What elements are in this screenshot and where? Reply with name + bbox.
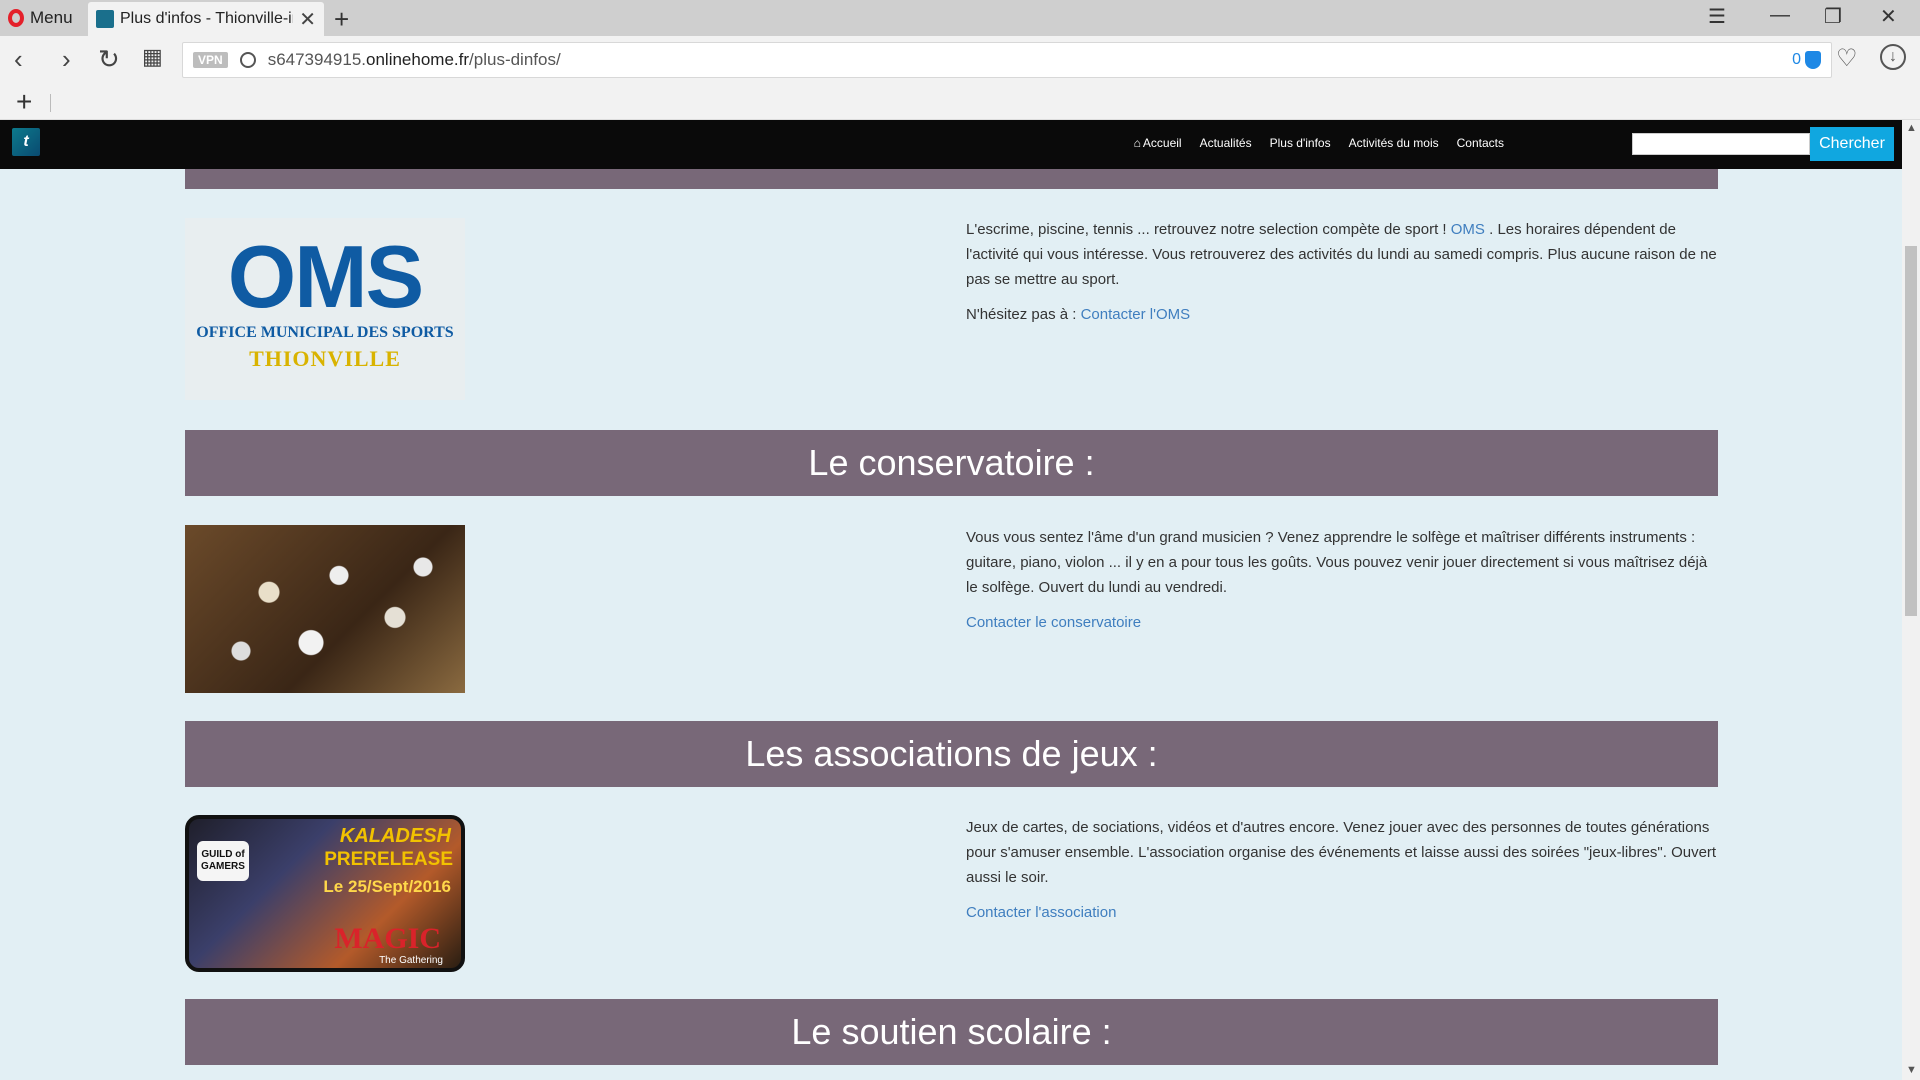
- image-text-magic: MAGIC: [334, 922, 441, 955]
- restore-button[interactable]: ❐: [1824, 4, 1842, 29]
- tab-menu-icon[interactable]: ☰: [1708, 4, 1726, 29]
- contact-conservatoire-link[interactable]: Contacter le conservatoire: [966, 614, 1141, 631]
- site-logo[interactable]: t: [12, 128, 40, 156]
- contact-oms-link[interactable]: Contacter l'OMS: [1081, 306, 1191, 323]
- tab-favicon-icon: [96, 10, 114, 28]
- nav-link-plus-dinfos[interactable]: Plus d'infos: [1270, 136, 1331, 150]
- oms-logo-line1: OFFICE MUNICIPAL DES SPORTS: [196, 324, 454, 341]
- oms-logo-mark: OMS: [227, 227, 424, 326]
- browser-tab-active[interactable]: Plus d'infos - Thionville-inf ✕: [88, 2, 324, 36]
- opera-logo-icon: [8, 9, 24, 27]
- nav-link-label: Accueil: [1142, 136, 1182, 150]
- oms-text-block: L'escrime, piscine, tennis ... retrouvez…: [966, 217, 1718, 337]
- jeux-text-block: Jeux de cartes, de sociations, vidéos et…: [966, 815, 1718, 935]
- image-text-gathering: The Gathering: [379, 955, 443, 966]
- globe-icon: [239, 52, 256, 68]
- site-navbar: t ⌂ Accueil Actualités Plus d'infos Activ…: [0, 120, 1902, 169]
- oms-link[interactable]: OMS: [1451, 221, 1485, 238]
- oms-contact-prefix: N'hésitez pas à :: [966, 306, 1077, 323]
- close-window-button[interactable]: ✕: [1880, 4, 1897, 29]
- browser-toolbar: ‹ › ↻ ▦ VPN s647394915. onlinehome.fr/plu…: [0, 36, 1920, 84]
- adblock-indicator[interactable]: 0: [1792, 51, 1821, 69]
- search-button[interactable]: Chercher: [1810, 127, 1894, 161]
- jeux-banner: Les associations de jeux :: [185, 721, 1718, 787]
- site-nav-links: ⌂ Accueil Actualités Plus d'infos Activit…: [1134, 136, 1504, 150]
- minimize-button[interactable]: —: [1770, 4, 1790, 27]
- bookmark-separator: [50, 94, 51, 112]
- image-text-kaladesh: KALADESH: [339, 825, 451, 847]
- menu-label: Menu: [30, 8, 73, 27]
- url-domain: onlinehome.fr: [366, 50, 470, 69]
- download-icon[interactable]: ↓: [1880, 44, 1906, 70]
- soutien-banner: Le soutien scolaire :: [185, 999, 1718, 1065]
- image-text-date: Le 25/Sept/2016: [323, 877, 451, 896]
- magic-prerelease-image: GUILD of GAMERS KALADESH PRERELEASE Le 2…: [185, 815, 465, 972]
- nav-link-accueil[interactable]: ⌂ Accueil: [1134, 136, 1182, 150]
- opera-menu-button[interactable]: Menu: [8, 6, 73, 30]
- nav-link-activites[interactable]: Activités du mois: [1349, 136, 1439, 150]
- oms-logo-line2: THIONVILLE: [249, 346, 401, 371]
- tab-title: Plus d'infos - Thionville-inf: [120, 10, 294, 27]
- oms-logo-image: OMS OFFICE MUNICIPAL DES SPORTS THIONVIL…: [185, 218, 465, 400]
- speed-dial-icon[interactable]: ▦: [142, 44, 163, 70]
- nav-link-contacts[interactable]: Contacts: [1457, 136, 1504, 150]
- conservatoire-banner: Le conservatoire :: [185, 430, 1718, 496]
- jeux-description: Jeux de cartes, de sociations, vidéos et…: [966, 819, 1717, 886]
- image-text-prerelease: PRERELEASE: [324, 849, 453, 870]
- nav-link-actualites[interactable]: Actualités: [1200, 136, 1252, 150]
- scroll-thumb[interactable]: [1905, 246, 1917, 616]
- home-icon: ⌂: [1133, 136, 1141, 150]
- guild-of-gamers-badge: GUILD of GAMERS: [197, 841, 249, 881]
- page-viewport: t ⌂ Accueil Actualités Plus d'infos Activ…: [0, 120, 1902, 1080]
- url-host: s647394915.: [267, 50, 367, 69]
- oms-contact-line: N'hésitez pas à : Contacter l'OMS: [966, 302, 1718, 327]
- search-input[interactable]: [1632, 133, 1810, 155]
- vpn-badge[interactable]: VPN: [193, 52, 228, 68]
- conservatoire-description: Vous vous sentez l'âme d'un grand musici…: [966, 529, 1708, 596]
- address-bar[interactable]: VPN s647394915. onlinehome.fr/plus-dinfos…: [182, 42, 1832, 78]
- browser-tab-bar: Menu Plus d'infos - Thionville-inf ✕ + ☰…: [0, 0, 1920, 36]
- heart-icon[interactable]: ♡: [1836, 44, 1858, 73]
- reload-button[interactable]: ↻: [98, 44, 120, 75]
- forward-button[interactable]: ›: [62, 44, 71, 75]
- scroll-down-icon[interactable]: ▼: [1906, 1064, 1917, 1076]
- conservatoire-text-block: Vous vous sentez l'âme d'un grand musici…: [966, 525, 1718, 645]
- scroll-up-icon[interactable]: ▲: [1906, 122, 1917, 134]
- contact-association-link[interactable]: Contacter l'association: [966, 904, 1116, 921]
- tab-close-icon[interactable]: ✕: [299, 7, 316, 32]
- page-scrollbar[interactable]: ▲ ▼: [1902, 120, 1920, 1080]
- add-bookmark-icon[interactable]: +: [16, 86, 32, 118]
- url-path: /plus-dinfos/: [469, 50, 561, 69]
- bookmark-bar: +: [0, 84, 1920, 120]
- back-button[interactable]: ‹: [14, 44, 23, 75]
- new-tab-button[interactable]: +: [334, 4, 349, 35]
- oms-description: L'escrime, piscine, tennis ... retrouvez…: [966, 217, 1718, 292]
- adblock-count: 0: [1792, 51, 1801, 68]
- shield-icon: [1805, 51, 1821, 69]
- orchestra-photo: [185, 525, 465, 693]
- oms-text-before: L'escrime, piscine, tennis ... retrouvez…: [966, 221, 1447, 238]
